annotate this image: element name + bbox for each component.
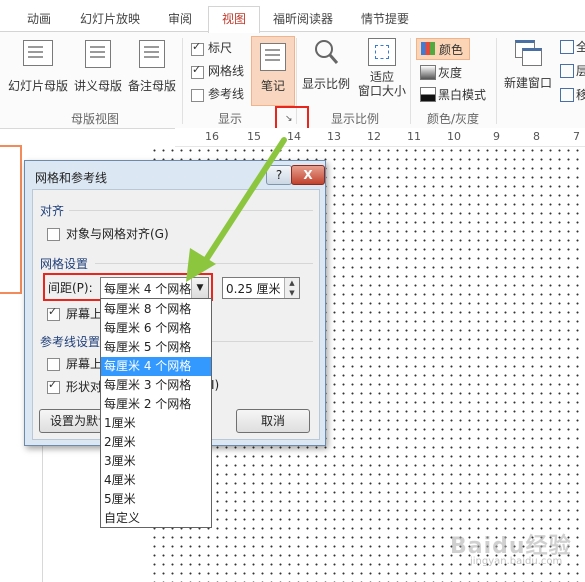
dropdown-option[interactable]: 4厘米 [101, 471, 211, 490]
handout-master-button[interactable]: 讲义母版 [70, 40, 126, 94]
slide-master-icon [23, 40, 53, 66]
black-white-button[interactable]: 黑白模式 [416, 84, 492, 104]
fit-window-icon [368, 38, 396, 66]
grayscale-button[interactable]: 灰度 [416, 62, 472, 82]
fit-window-label-1: 适应 [369, 70, 394, 84]
ruler-tick: 7 [573, 130, 580, 143]
dropdown-option[interactable]: 每厘米 6 个网格 [101, 319, 211, 338]
ruler-tick: 13 [327, 130, 341, 143]
tab-animation[interactable]: 动画 [14, 8, 64, 32]
ruler-label: 标尺 [208, 41, 233, 55]
move-split-icon[interactable] [560, 88, 574, 102]
guides-checkbox[interactable] [191, 89, 204, 102]
dropdown-option-selected[interactable]: 每厘米 4 个网格 [101, 357, 211, 376]
show-group-label: 显示 [217, 112, 242, 126]
dropdown-option[interactable]: 每厘米 3 个网格 [101, 376, 211, 395]
ruler-tick: 8 [533, 130, 540, 143]
magnifier-icon [315, 40, 339, 64]
color-icon [421, 42, 435, 55]
show-guides-label: 屏幕上 [66, 357, 103, 371]
zoom-label: 显示比例 [301, 77, 350, 91]
notes-master-label: 备注母版 [127, 79, 176, 93]
dropdown-option[interactable]: 5厘米 [101, 490, 211, 509]
new-window-button[interactable]: 新建窗口 [500, 40, 556, 91]
dropdown-option[interactable]: 自定义 [101, 509, 211, 528]
gridlines-checkbox[interactable] [191, 63, 204, 79]
ribbon-tab-bar: 动画 幻灯片放映 审阅 视图 福昕阅读器 情节提要 [0, 0, 585, 33]
color-group-label: 颜色/灰度 [426, 112, 480, 126]
master-views-group-label: 母版视图 [70, 112, 119, 126]
snap-to-grid-label: 对象与网格对齐(G) [66, 227, 169, 241]
color-label: 颜色 [439, 43, 464, 57]
snap-to-grid-checkbox[interactable] [47, 228, 60, 241]
dropdown-option[interactable]: 每厘米 2 个网格 [101, 395, 211, 414]
move-split-truncated-label: 移 [576, 88, 585, 102]
tab-foxit-reader[interactable]: 福昕阅读器 [264, 8, 342, 32]
tab-view[interactable]: 视图 [208, 6, 260, 33]
ruler-tick: 9 [493, 130, 500, 143]
green-arrow-icon [186, 137, 287, 282]
grayscale-label: 灰度 [438, 66, 463, 80]
spacing-dropdown-list: 每厘米 8 个网格 每厘米 6 个网格 每厘米 5 个网格 每厘米 4 个网格 … [100, 298, 212, 528]
cascade-icon[interactable] [560, 64, 574, 78]
new-window-label: 新建窗口 [503, 76, 552, 90]
arrange-all-icon[interactable] [560, 40, 574, 54]
slide-edge [42, 440, 43, 582]
fit-window-button[interactable]: 适应 窗口大小 [356, 38, 408, 98]
dropdown-option[interactable]: 2厘米 [101, 433, 211, 452]
group-separator [496, 38, 497, 124]
ruler-tick: 10 [447, 130, 461, 143]
group-separator [182, 38, 183, 124]
notes-button[interactable]: 笔记 [251, 36, 295, 106]
smart-guides-label: 形状对 [66, 380, 103, 394]
slide-master-label: 幻灯片母版 [7, 79, 68, 93]
handout-master-label: 讲义母版 [73, 79, 122, 93]
smart-guides-checkbox[interactable] [47, 378, 60, 394]
zoom-button[interactable]: 显示比例 [300, 38, 352, 92]
fit-window-label-2: 窗口大小 [357, 84, 406, 98]
cancel-button[interactable]: 取消 [236, 409, 310, 433]
dialog-title: 网格和参考线 [35, 171, 108, 185]
color-button[interactable]: 颜色 [416, 38, 470, 60]
show-guides-checkbox[interactable] [47, 358, 60, 371]
notes-label: 笔记 [260, 79, 285, 93]
smart-guides-label-tail: I) [211, 378, 220, 392]
show-grid-checkbox[interactable] [47, 305, 60, 321]
align-section-title: 对齐 [40, 204, 65, 218]
dropdown-option[interactable]: 每厘米 8 个网格 [101, 300, 211, 319]
dropdown-option[interactable]: 3厘米 [101, 452, 211, 471]
new-window-icon [515, 40, 542, 66]
ruler-tick: 12 [367, 130, 381, 143]
watermark-url: jingyan.baidu.com [470, 556, 563, 567]
gridlines-label: 网格线 [208, 64, 245, 78]
cascade-truncated-label: 层 [576, 64, 585, 78]
guides-section-title: 参考线设置 [40, 335, 101, 349]
notes-master-button[interactable]: 备注母版 [124, 40, 180, 94]
ruler-checkbox[interactable] [191, 40, 204, 56]
show-grid-label: 屏幕上 [66, 307, 103, 321]
notes-icon [260, 43, 286, 71]
zoom-group-label: 显示比例 [330, 112, 379, 126]
tab-slideshow[interactable]: 幻灯片放映 [70, 8, 150, 32]
arrange-all-truncated-label: 全 [576, 40, 585, 54]
black-white-label: 黑白模式 [438, 88, 487, 102]
group-separator [410, 38, 411, 124]
thumbnail-edge [0, 145, 22, 294]
handout-master-icon [85, 40, 111, 68]
ruler-tick: 11 [407, 130, 421, 143]
tab-storyboarding[interactable]: 情节提要 [352, 8, 418, 32]
dropdown-option[interactable]: 1厘米 [101, 414, 211, 433]
tab-review[interactable]: 审阅 [158, 8, 202, 32]
dropdown-option[interactable]: 每厘米 5 个网格 [101, 338, 211, 357]
grayscale-icon [420, 65, 436, 80]
black-white-icon [420, 87, 436, 102]
grid-section-title: 网格设置 [40, 257, 89, 271]
guides-label: 参考线 [208, 87, 245, 101]
slide-master-button[interactable]: 幻灯片母版 [6, 40, 70, 94]
notes-master-icon [139, 40, 165, 68]
